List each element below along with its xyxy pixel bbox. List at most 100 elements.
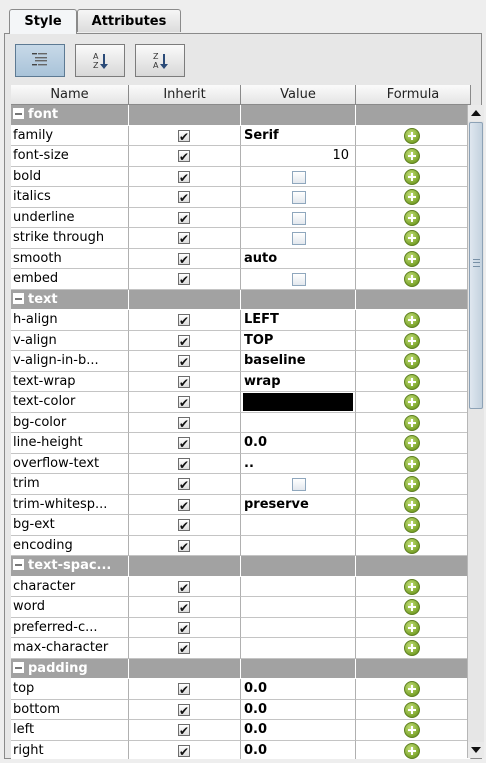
table-row[interactable]: preferred-c... [11, 617, 471, 638]
table-row[interactable]: character [11, 576, 471, 597]
add-formula-icon[interactable] [404, 722, 420, 738]
inherit-checkbox[interactable] [178, 311, 190, 330]
tab-style[interactable]: Style [9, 9, 77, 34]
add-formula-icon[interactable] [404, 537, 420, 554]
add-formula-icon[interactable] [404, 640, 420, 656]
group-title[interactable]: padding [11, 658, 129, 679]
table-row[interactable]: trim-whitesp... preserve [11, 494, 471, 515]
value-cell[interactable]: 10 [241, 146, 356, 167]
group-title[interactable]: text [11, 289, 129, 310]
value-cell[interactable]: .. [241, 453, 356, 474]
value-cell[interactable]: TOP [241, 330, 356, 351]
table-row[interactable]: italics [11, 187, 471, 208]
inherit-checkbox[interactable] [178, 188, 190, 207]
table-row[interactable]: h-align LEFT [11, 310, 471, 331]
value-checkbox[interactable] [292, 191, 306, 204]
table-row[interactable]: left 0.0 [11, 720, 471, 741]
group-title[interactable]: font [11, 105, 129, 126]
add-formula-icon[interactable] [404, 701, 420, 718]
inherit-checkbox[interactable] [178, 496, 190, 514]
scroll-down-arrow[interactable] [468, 742, 484, 758]
table-row[interactable]: word [11, 597, 471, 618]
table-row[interactable]: trim [11, 474, 471, 495]
add-formula-icon[interactable] [404, 455, 420, 472]
add-formula-icon[interactable] [404, 312, 420, 328]
group-row-1[interactable]: text [11, 289, 471, 310]
table-row[interactable]: line-height 0.0 [11, 433, 471, 454]
value-cell[interactable]: baseline [241, 351, 356, 372]
value-cell[interactable] [241, 576, 356, 597]
column-header-formula[interactable]: Formula [356, 85, 471, 105]
value-cell[interactable] [241, 392, 356, 413]
inherit-checkbox[interactable] [178, 250, 190, 268]
add-formula-icon[interactable] [404, 394, 420, 410]
value-cell[interactable]: Serif [241, 125, 356, 146]
value-cell[interactable]: 0.0 [241, 720, 356, 741]
value-cell[interactable] [241, 269, 356, 290]
add-formula-icon[interactable] [404, 271, 420, 287]
inherit-checkbox[interactable] [178, 721, 190, 740]
value-cell[interactable] [241, 617, 356, 638]
value-checkbox[interactable] [292, 170, 306, 184]
value-cell[interactable] [241, 638, 356, 659]
table-row[interactable]: right 0.0 [11, 740, 471, 759]
sort-ascending-button[interactable]: A Z [75, 44, 125, 77]
table-row[interactable]: underline [11, 207, 471, 228]
inherit-checkbox[interactable] [178, 229, 190, 248]
value-cell[interactable] [241, 166, 356, 187]
value-cell[interactable]: 0.0 [241, 433, 356, 454]
add-formula-icon[interactable] [404, 414, 420, 431]
column-header-name[interactable]: Name [11, 85, 129, 105]
inherit-checkbox[interactable] [178, 352, 190, 371]
value-cell[interactable]: auto [241, 248, 356, 269]
value-cell[interactable] [241, 535, 356, 556]
inherit-checkbox[interactable] [178, 701, 190, 719]
add-formula-icon[interactable] [404, 168, 420, 185]
inherit-checkbox[interactable] [178, 680, 190, 699]
color-swatch[interactable] [243, 393, 353, 411]
inherit-checkbox[interactable] [178, 742, 190, 759]
table-row[interactable]: strike through [11, 228, 471, 249]
value-cell[interactable]: LEFT [241, 310, 356, 331]
tab-attributes[interactable]: Attributes [77, 9, 181, 32]
value-cell[interactable] [241, 515, 356, 536]
table-row[interactable]: embed [11, 269, 471, 290]
value-checkbox[interactable] [292, 232, 306, 245]
table-row[interactable]: bg-color [11, 412, 471, 433]
value-cell[interactable]: 0.0 [241, 699, 356, 720]
table-row[interactable]: bg-ext [11, 515, 471, 536]
group-row-3[interactable]: padding [11, 658, 471, 679]
inherit-checkbox[interactable] [178, 537, 190, 555]
inherit-checkbox[interactable] [178, 639, 190, 658]
inherit-checkbox[interactable] [178, 393, 190, 412]
categorized-view-button[interactable] [15, 44, 65, 77]
add-formula-icon[interactable] [404, 742, 420, 759]
value-cell[interactable]: wrap [241, 371, 356, 392]
inherit-checkbox[interactable] [178, 168, 190, 186]
vertical-scrollbar[interactable] [467, 105, 484, 758]
add-formula-icon[interactable] [404, 681, 420, 697]
collapse-icon[interactable] [13, 292, 24, 304]
value-cell[interactable] [241, 597, 356, 618]
group-row-0[interactable]: font [11, 105, 471, 126]
inherit-checkbox[interactable] [178, 332, 190, 350]
inherit-checkbox[interactable] [178, 619, 190, 637]
scroll-thumb[interactable] [469, 122, 483, 409]
value-checkbox[interactable] [292, 478, 306, 491]
table-row[interactable]: text-wrap wrap [11, 371, 471, 392]
value-cell[interactable] [241, 474, 356, 495]
value-checkbox[interactable] [292, 273, 306, 286]
value-cell[interactable]: 0.0 [241, 679, 356, 700]
add-formula-icon[interactable] [404, 353, 420, 369]
table-row[interactable]: family Serif [11, 125, 471, 146]
add-formula-icon[interactable] [404, 189, 420, 205]
add-formula-icon[interactable] [404, 517, 420, 533]
add-formula-icon[interactable] [404, 476, 420, 492]
add-formula-icon[interactable] [404, 578, 420, 595]
add-formula-icon[interactable] [404, 250, 420, 267]
inherit-checkbox[interactable] [178, 516, 190, 535]
group-title[interactable]: text-spac... [11, 556, 129, 577]
value-checkbox[interactable] [292, 211, 306, 225]
add-formula-icon[interactable] [404, 496, 420, 513]
add-formula-icon[interactable] [404, 599, 420, 615]
